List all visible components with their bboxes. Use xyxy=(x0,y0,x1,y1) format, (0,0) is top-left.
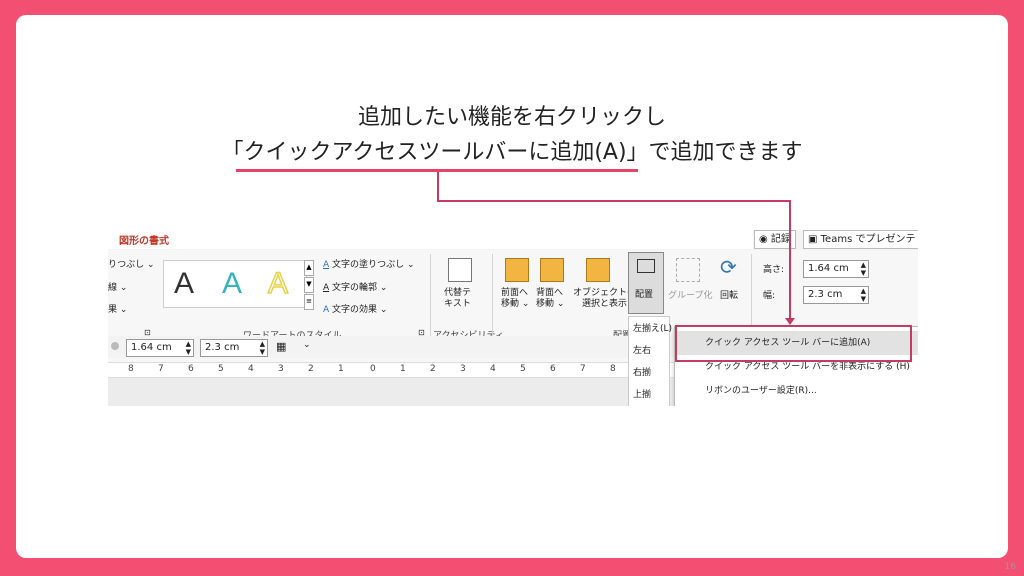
align-dropdown: 左揃え(L) 左右 右揃 上揃 xyxy=(628,316,672,406)
group-icon xyxy=(676,258,700,282)
option-height-value: 1.64 cm xyxy=(131,342,172,353)
height-label: 高さ: xyxy=(763,265,785,275)
wordart-style-1[interactable]: A xyxy=(174,267,194,301)
rotate-icon: ⟳ xyxy=(720,255,737,279)
ruler-label: 7 xyxy=(158,364,164,374)
align-button[interactable]: 配置 xyxy=(628,252,664,314)
text-fill-icon: A xyxy=(323,260,330,270)
width-field[interactable]: 2.3 cm ▲ ▼ xyxy=(803,286,869,304)
text-fill-label: 文字の塗りつぶし ⌄ xyxy=(332,260,415,270)
context-tab-bar: 図形の書式 xyxy=(108,230,753,249)
align-right-item[interactable]: 右揃 xyxy=(633,365,651,378)
gallery-down-icon[interactable]: ▼ xyxy=(304,277,314,293)
spin-icon[interactable]: ▲ ▼ xyxy=(186,340,191,356)
wordart-gallery[interactable]: A A A xyxy=(163,260,307,308)
caption-line-1: 追加したい機能を右クリックし xyxy=(357,105,666,130)
ruler-label: 1 xyxy=(400,364,406,374)
selection-pane-icon xyxy=(586,258,610,282)
arrow-head-icon xyxy=(785,318,795,325)
ruler-label: 8 xyxy=(610,364,616,374)
ruler-label: 5 xyxy=(520,364,526,374)
spin-icon[interactable]: ▲ ▼ xyxy=(260,340,265,356)
bring-forward-icon xyxy=(505,258,529,282)
ruler-label: 0 xyxy=(370,364,376,374)
gallery-up-icon[interactable]: ▲ xyxy=(304,260,314,276)
group-button[interactable]: グループ化 xyxy=(668,288,712,301)
bring-forward-button[interactable]: 前面へ 移動 ⌄ xyxy=(501,288,529,310)
align-label: 配置 xyxy=(635,290,654,300)
text-outline-button[interactable]: A 文字の輪郭 ⌄ xyxy=(323,280,387,293)
ruler-label: 6 xyxy=(550,364,556,374)
text-outline-label: 文字の輪郭 ⌄ xyxy=(332,283,388,293)
text-outline-icon: A xyxy=(323,283,330,293)
gallery-more-icon[interactable]: ≡ xyxy=(304,294,314,310)
ruler-label: 4 xyxy=(248,364,254,374)
send-backward-icon xyxy=(540,258,564,282)
teams-present-label: Teams でプレゼンテ xyxy=(820,234,916,245)
alt-text-button[interactable]: 代替テ キスト xyxy=(444,288,471,310)
grid-icon[interactable]: ▦ xyxy=(276,340,286,353)
connector-line xyxy=(437,172,439,202)
caption: 追加したい機能を右クリックし 「クイックアクセスツールバーに追加(A)」で追加で… xyxy=(0,100,1024,170)
ruler-label: 3 xyxy=(278,364,284,374)
ruler-label: 6 xyxy=(188,364,194,374)
ruler-label: 8 xyxy=(128,364,134,374)
text-fill-button[interactable]: A 文字の塗りつぶし ⌄ xyxy=(323,257,415,270)
rotate-button[interactable]: 回転 xyxy=(720,288,738,301)
align-top-item[interactable]: 上揃 xyxy=(633,387,651,400)
option-width-value: 2.3 cm xyxy=(205,342,240,353)
selection-pane-button[interactable]: オブジェクトの 選択と表示 xyxy=(573,288,636,310)
circle-icon xyxy=(111,342,119,350)
text-effect-label: 文字の効果 ⌄ xyxy=(332,305,388,315)
gallery-scroll[interactable]: ▲ ▼ ≡ xyxy=(304,260,314,310)
width-label: 幅: xyxy=(763,291,776,301)
wordart-style-3[interactable]: A xyxy=(267,266,289,301)
height-value: 1.64 cm xyxy=(808,263,849,274)
spin-icon[interactable]: ▲ ▼ xyxy=(861,261,866,277)
ruler-label: 7 xyxy=(580,364,586,374)
align-center-item[interactable]: 左右 xyxy=(633,343,651,356)
ruler-label: 1 xyxy=(338,364,344,374)
option-width-field[interactable]: 2.3 cm ▲ ▼ xyxy=(200,339,268,357)
text-effect-button[interactable]: A 文字の効果 ⌄ xyxy=(323,302,387,315)
text-effect-icon: A xyxy=(323,305,330,315)
option-height-field[interactable]: 1.64 cm ▲ ▼ xyxy=(126,339,194,357)
align-left-item[interactable]: 左揃え(L) xyxy=(633,321,672,334)
height-field[interactable]: 1.64 cm ▲ ▼ xyxy=(803,260,869,278)
customize-ribbon-item[interactable]: リボンのユーザー設定(R)... xyxy=(675,379,918,403)
ruler-label: 2 xyxy=(308,364,314,374)
ruler-label: 3 xyxy=(460,364,466,374)
shape-outline-fragment[interactable]: 線 ⌄ xyxy=(108,280,127,293)
wordart-style-2[interactable]: A xyxy=(222,267,242,301)
alt-text-icon xyxy=(448,258,472,282)
teams-present-button[interactable]: ▣ Teams でプレゼンテ xyxy=(803,230,918,249)
powerpoint-ribbon-screenshot: 図形の書式 ◉ 記録 ▣ Teams でプレゼンテ りつぶし ⌄ 線 ⌄ 果 ⌄… xyxy=(108,230,918,406)
connector-line xyxy=(789,200,791,324)
ruler-label: 5 xyxy=(218,364,224,374)
separator xyxy=(492,254,493,342)
page-number: 16 xyxy=(1004,562,1016,572)
spin-icon[interactable]: ▲ ▼ xyxy=(861,287,866,303)
shape-fill-fragment[interactable]: りつぶし ⌄ xyxy=(108,257,155,270)
separator xyxy=(430,254,431,342)
highlight-box xyxy=(675,325,912,362)
ruler-label: 4 xyxy=(490,364,496,374)
align-icon xyxy=(637,259,655,273)
tab-shape-format[interactable]: 図形の書式 xyxy=(119,232,169,247)
ruler-label: 2 xyxy=(430,364,436,374)
shape-effect-fragment[interactable]: 果 ⌄ xyxy=(108,302,127,315)
caption-line-2: 「クイックアクセスツールバーに追加(A)」で追加できます xyxy=(221,140,803,165)
send-backward-button[interactable]: 背面へ 移動 ⌄ xyxy=(536,288,564,310)
width-value: 2.3 cm xyxy=(808,289,843,300)
dropdown-icon[interactable]: ⌄ xyxy=(303,340,311,350)
connector-line xyxy=(437,200,791,202)
